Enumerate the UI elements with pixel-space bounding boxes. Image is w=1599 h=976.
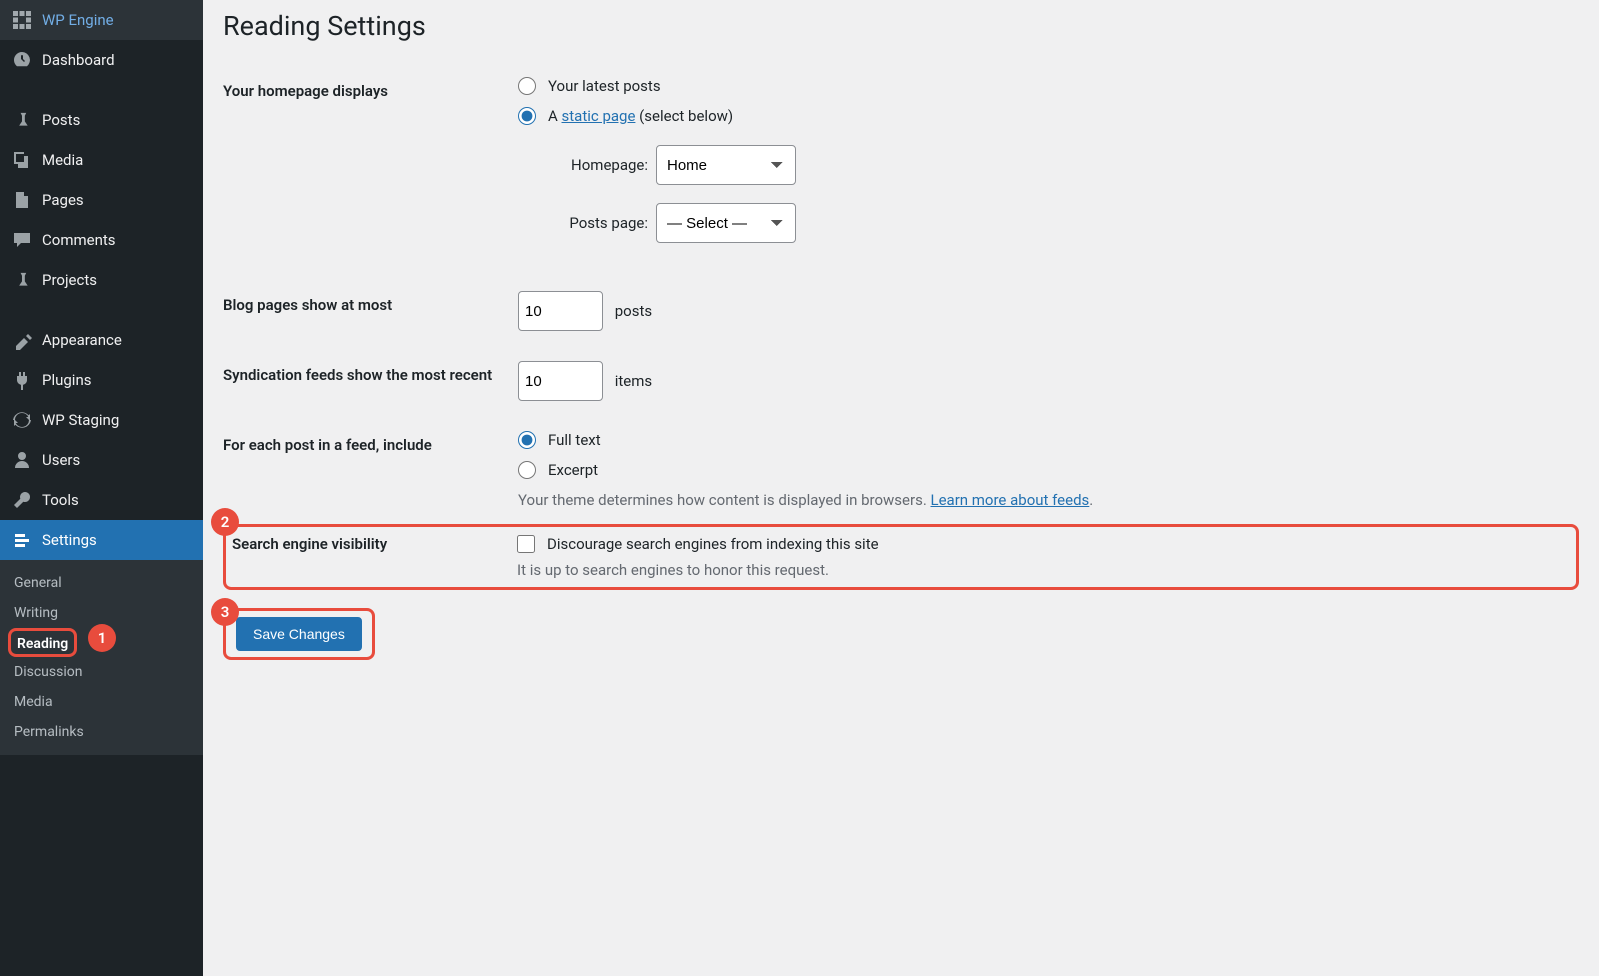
settings-submenu: General Writing Reading 1 Discussion Med… bbox=[0, 560, 203, 755]
submenu-reading[interactable]: Reading bbox=[17, 634, 68, 654]
sidebar-item-label: Settings bbox=[42, 531, 97, 549]
sidebar-item-label: Plugins bbox=[42, 371, 91, 389]
feed-include-label: For each post in a feed, include bbox=[223, 416, 508, 524]
refresh-icon bbox=[12, 410, 32, 430]
feed-description: Your theme determines how content is dis… bbox=[518, 491, 1569, 509]
blog-pages-label: Blog pages show at most bbox=[223, 276, 508, 346]
media-icon bbox=[12, 150, 32, 170]
sidebar-item-appearance[interactable]: Appearance bbox=[0, 320, 203, 360]
sidebar-item-label: Projects bbox=[42, 271, 97, 289]
submenu-permalinks[interactable]: Permalinks bbox=[0, 717, 203, 747]
sidebar-item-posts[interactable]: Posts bbox=[0, 100, 203, 140]
sidebar-item-tools[interactable]: Tools bbox=[0, 480, 203, 520]
static-page-link[interactable]: static page bbox=[562, 107, 636, 125]
user-icon bbox=[12, 450, 32, 470]
homepage-select-label: Homepage: bbox=[548, 156, 648, 174]
sidebar-item-users[interactable]: Users bbox=[0, 440, 203, 480]
annotation-badge-2: 2 bbox=[211, 508, 239, 536]
pin-icon bbox=[12, 270, 32, 290]
sidebar-item-media[interactable]: Media bbox=[0, 140, 203, 180]
sidebar-item-wpengine[interactable]: WP Engine bbox=[0, 0, 203, 40]
sidebar-item-label: Tools bbox=[42, 491, 79, 509]
syndication-unit: items bbox=[615, 372, 652, 390]
sidebar-item-dashboard[interactable]: Dashboard bbox=[0, 40, 203, 80]
sidebar-item-pages[interactable]: Pages bbox=[0, 180, 203, 220]
pin-icon bbox=[12, 110, 32, 130]
checkbox-discourage-search[interactable] bbox=[517, 535, 535, 553]
sidebar-item-label: Comments bbox=[42, 231, 116, 249]
postspage-select[interactable]: — Select — bbox=[656, 203, 796, 243]
sidebar-item-comments[interactable]: Comments bbox=[0, 220, 203, 260]
sidebar-item-wpstaging[interactable]: WP Staging bbox=[0, 400, 203, 440]
sidebar-item-label: Pages bbox=[42, 191, 84, 209]
sidebar-item-settings[interactable]: Settings bbox=[0, 520, 203, 560]
submenu-discussion[interactable]: Discussion bbox=[0, 657, 203, 687]
comment-icon bbox=[12, 230, 32, 250]
save-button[interactable]: Save Changes bbox=[236, 617, 362, 651]
tool-icon bbox=[12, 490, 32, 510]
radio-latest-posts[interactable] bbox=[518, 77, 536, 95]
sidebar-item-label: WP Staging bbox=[42, 411, 119, 429]
submenu-general[interactable]: General bbox=[0, 568, 203, 598]
radio-latest-posts-label[interactable]: Your latest posts bbox=[548, 77, 661, 95]
radio-excerpt[interactable] bbox=[518, 461, 536, 479]
submenu-media[interactable]: Media bbox=[0, 687, 203, 717]
sidebar-item-label: Dashboard bbox=[42, 51, 115, 69]
radio-full-text-label[interactable]: Full text bbox=[548, 431, 601, 449]
main-content: Reading Settings Your homepage displays … bbox=[203, 0, 1599, 976]
sidebar-item-label: WP Engine bbox=[42, 11, 114, 29]
radio-static-page[interactable] bbox=[518, 107, 536, 125]
homepage-select[interactable]: Home bbox=[656, 145, 796, 185]
radio-excerpt-label[interactable]: Excerpt bbox=[548, 461, 598, 479]
page-title: Reading Settings bbox=[223, 10, 1579, 42]
sidebar-item-projects[interactable]: Projects bbox=[0, 260, 203, 300]
learn-more-feeds-link[interactable]: Learn more about feeds bbox=[931, 491, 1090, 509]
settings-icon bbox=[12, 530, 32, 550]
appearance-icon bbox=[12, 330, 32, 350]
sidebar-item-label: Media bbox=[42, 151, 83, 169]
wpengine-icon bbox=[12, 10, 32, 30]
plugin-icon bbox=[12, 370, 32, 390]
homepage-displays-label: Your homepage displays bbox=[223, 62, 508, 276]
postspage-select-label: Posts page: bbox=[548, 214, 648, 232]
sev-label: Search engine visibility bbox=[232, 535, 517, 579]
annotation-badge-3: 3 bbox=[211, 598, 239, 626]
radio-static-page-label[interactable]: A static page (select below) bbox=[548, 107, 733, 125]
blog-pages-unit: posts bbox=[615, 302, 652, 320]
checkbox-discourage-search-label[interactable]: Discourage search engines from indexing … bbox=[547, 535, 879, 553]
annotation-badge-1: 1 bbox=[88, 624, 116, 652]
sidebar-item-label: Users bbox=[42, 451, 80, 469]
sidebar-item-label: Appearance bbox=[42, 331, 122, 349]
syndication-label: Syndication feeds show the most recent bbox=[223, 346, 508, 416]
radio-full-text[interactable] bbox=[518, 431, 536, 449]
admin-sidebar: WP Engine Dashboard Posts Media Pages Co… bbox=[0, 0, 203, 976]
pages-icon bbox=[12, 190, 32, 210]
dashboard-icon bbox=[12, 50, 32, 70]
blog-pages-input[interactable] bbox=[518, 291, 603, 331]
sev-description: It is up to search engines to honor this… bbox=[517, 561, 879, 579]
sidebar-item-label: Posts bbox=[42, 111, 80, 129]
settings-form: Your homepage displays Your latest posts… bbox=[223, 62, 1579, 590]
sidebar-item-plugins[interactable]: Plugins bbox=[0, 360, 203, 400]
syndication-input[interactable] bbox=[518, 361, 603, 401]
